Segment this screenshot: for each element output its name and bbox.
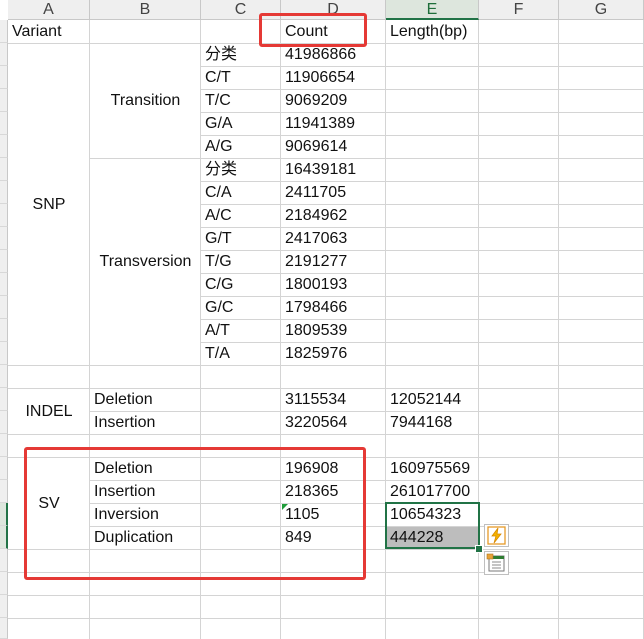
sv-label[interactable]: SV: [8, 492, 90, 515]
transversion-count-cell[interactable]: 2417063: [281, 227, 386, 250]
row-header[interactable]: [0, 549, 8, 572]
row-header[interactable]: [0, 434, 8, 457]
sv-count-cell[interactable]: 849: [281, 526, 386, 549]
row-header[interactable]: [0, 20, 8, 43]
sv-count-cell[interactable]: 196908: [281, 457, 386, 480]
row-header[interactable]: [0, 204, 8, 227]
row-header[interactable]: [0, 250, 8, 273]
transversion-count-cell[interactable]: 2411705: [281, 181, 386, 204]
fill-handle[interactable]: [475, 545, 483, 553]
row-header[interactable]: [0, 158, 8, 181]
row-header[interactable]: [0, 388, 8, 411]
column-header-f[interactable]: F: [479, 0, 559, 20]
row-header[interactable]: [0, 66, 8, 89]
transversion-label[interactable]: Transversion: [90, 250, 201, 273]
column-header-e[interactable]: E: [386, 0, 479, 20]
column-header-g[interactable]: G: [559, 0, 644, 20]
sv-count-cell[interactable]: 1105: [281, 503, 386, 526]
header-variant[interactable]: Variant: [8, 20, 90, 43]
transversion-count-cell[interactable]: 1809539: [281, 319, 386, 342]
sv-type-cell[interactable]: Inversion: [90, 503, 201, 526]
transition-type-cell[interactable]: T/C: [201, 89, 281, 112]
row-header[interactable]: [0, 480, 8, 503]
transition-count-cell[interactable]: 9069209: [281, 89, 386, 112]
transition-count-cell[interactable]: 41986866: [281, 43, 386, 66]
column-header-b[interactable]: B: [90, 0, 201, 20]
row-header[interactable]: [0, 135, 8, 158]
row-header[interactable]: [0, 319, 8, 342]
error-indicator[interactable]: [282, 504, 288, 510]
row-header[interactable]: [0, 411, 8, 434]
transversion-type-cell[interactable]: T/A: [201, 342, 281, 365]
selection-range[interactable]: [385, 502, 480, 549]
transition-type-cell[interactable]: G/A: [201, 112, 281, 135]
sv-length-cell[interactable]: 261017700: [386, 480, 479, 503]
transversion-type-cell[interactable]: G/T: [201, 227, 281, 250]
transversion-type-cell[interactable]: A/C: [201, 204, 281, 227]
indel-type-cell[interactable]: Insertion: [90, 411, 201, 434]
row-header[interactable]: [0, 112, 8, 135]
indel-length-cell[interactable]: 7944168: [386, 411, 479, 434]
transversion-type-cell[interactable]: T/G: [201, 250, 281, 273]
sv-type-cell[interactable]: Deletion: [90, 457, 201, 480]
paste-options-icon: [486, 553, 505, 572]
row-header[interactable]: [0, 503, 8, 526]
row-header[interactable]: [0, 181, 8, 204]
transversion-type-cell[interactable]: A/T: [201, 319, 281, 342]
transition-type-cell[interactable]: C/T: [201, 66, 281, 89]
snp-label[interactable]: SNP: [8, 193, 90, 216]
paste-options-button[interactable]: [484, 551, 509, 575]
row-header[interactable]: [0, 595, 8, 618]
transition-count-cell[interactable]: 11941389: [281, 112, 386, 135]
column-header-c[interactable]: C: [201, 0, 281, 20]
row-header[interactable]: [0, 618, 8, 639]
transversion-type-cell[interactable]: C/G: [201, 273, 281, 296]
transition-count-cell[interactable]: 11906654: [281, 66, 386, 89]
indel-label[interactable]: INDEL: [8, 400, 90, 423]
row-header[interactable]: [0, 227, 8, 250]
transition-type-cell[interactable]: 分类: [201, 43, 281, 66]
transition-type-cell[interactable]: A/G: [201, 135, 281, 158]
transversion-count-cell[interactable]: 2191277: [281, 250, 386, 273]
header-length[interactable]: Length(bp): [386, 20, 479, 43]
header-count[interactable]: Count: [281, 20, 386, 43]
transversion-type-cell[interactable]: G/C: [201, 296, 281, 319]
transition-label[interactable]: Transition: [90, 89, 201, 112]
lightning-icon: [487, 526, 506, 545]
transversion-type-cell[interactable]: C/A: [201, 181, 281, 204]
spreadsheet-grid[interactable]: A B C D E F G Variant Count Length(bp) S…: [0, 0, 644, 639]
sv-type-cell[interactable]: Insertion: [90, 480, 201, 503]
row-header[interactable]: [0, 572, 8, 595]
transversion-type-cell[interactable]: 分类: [201, 158, 281, 181]
row-header[interactable]: [0, 296, 8, 319]
row-header[interactable]: [0, 457, 8, 480]
indel-type-cell[interactable]: Deletion: [90, 388, 201, 411]
row-header[interactable]: [0, 273, 8, 296]
transversion-count-cell[interactable]: 1800193: [281, 273, 386, 296]
row-header[interactable]: [0, 43, 8, 66]
transversion-count-cell[interactable]: 1798466: [281, 296, 386, 319]
row-header[interactable]: [0, 526, 8, 549]
column-header-a[interactable]: A: [8, 0, 90, 20]
sv-count-cell[interactable]: 218365: [281, 480, 386, 503]
transition-count-cell[interactable]: 9069614: [281, 135, 386, 158]
transversion-count-cell[interactable]: 1825976: [281, 342, 386, 365]
indel-count-cell[interactable]: 3220564: [281, 411, 386, 434]
sv-type-cell[interactable]: Duplication: [90, 526, 201, 549]
column-header-d[interactable]: D: [281, 0, 386, 20]
transversion-count-cell[interactable]: 16439181: [281, 158, 386, 181]
sv-length-cell[interactable]: 160975569: [386, 457, 479, 480]
quick-analysis-button[interactable]: [484, 524, 509, 547]
indel-count-cell[interactable]: 3115534: [281, 388, 386, 411]
row-header[interactable]: [0, 89, 8, 112]
row-header[interactable]: [0, 365, 8, 388]
indel-length-cell[interactable]: 12052144: [386, 388, 479, 411]
transversion-count-cell[interactable]: 2184962: [281, 204, 386, 227]
row-header[interactable]: [0, 342, 8, 365]
